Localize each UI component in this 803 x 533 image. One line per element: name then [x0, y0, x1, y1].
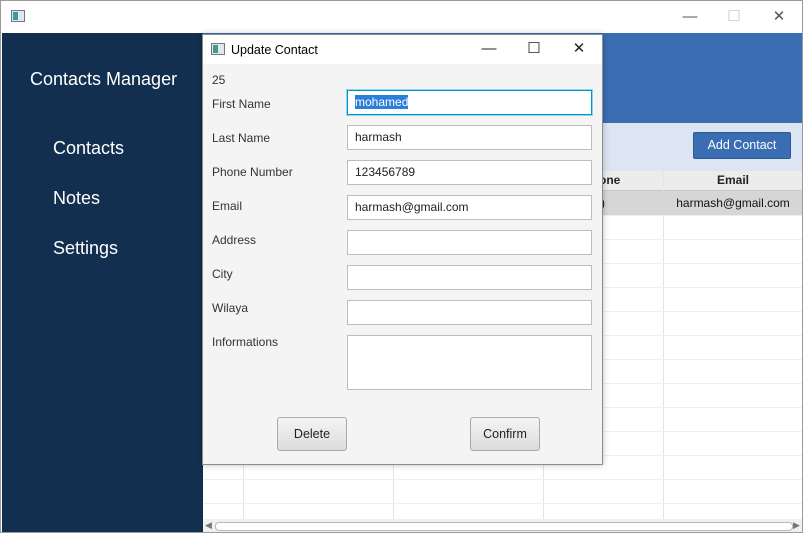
dialog-minimize-button[interactable]: —	[476, 39, 502, 59]
contact-id: 25	[212, 73, 226, 87]
dialog-titlebar[interactable]: Update Contact — ☐ ✕	[203, 35, 602, 64]
wilaya-label: Wilaya	[212, 301, 249, 315]
sidebar: Contacts Manager Contacts Notes Settings	[2, 33, 203, 532]
confirm-button[interactable]: Confirm	[470, 417, 540, 451]
minimize-button[interactable]: —	[675, 7, 705, 27]
delete-button[interactable]: Delete	[277, 417, 347, 451]
first-name-field[interactable]: mohamed	[347, 90, 592, 115]
address-field[interactable]	[347, 230, 592, 255]
maximize-button[interactable]: ☐	[719, 7, 749, 27]
email-cell: harmash@gmail.com	[676, 196, 790, 210]
sidebar-item-settings[interactable]: Settings	[53, 238, 118, 259]
scroll-right-icon[interactable]: ▶	[793, 520, 800, 531]
scrollbar-thumb[interactable]	[215, 522, 793, 531]
city-label: City	[212, 267, 233, 281]
city-field[interactable]	[347, 265, 592, 290]
app-icon	[11, 10, 25, 22]
update-contact-dialog: Update Contact — ☐ ✕ 25 First Name moham…	[202, 34, 603, 465]
email-label: Email	[212, 199, 243, 213]
dialog-maximize-button[interactable]: ☐	[521, 39, 547, 59]
sidebar-item-contacts[interactable]: Contacts	[53, 138, 124, 159]
horizontal-scrollbar[interactable]: ◀ ▶	[203, 519, 802, 532]
add-contact-button[interactable]: Add Contact	[693, 132, 791, 159]
phone-number-label: Phone Number	[212, 165, 293, 179]
sidebar-item-notes[interactable]: Notes	[53, 188, 100, 209]
phone-number-field[interactable]: 123456789	[347, 160, 592, 185]
table-row[interactable]	[203, 479, 802, 504]
informations-textarea[interactable]	[347, 335, 592, 390]
first-name-label: First Name	[212, 97, 271, 111]
dialog-title: Update Contact	[231, 43, 318, 57]
close-button[interactable]: ✕	[764, 7, 794, 27]
wilaya-field[interactable]	[347, 300, 592, 325]
informations-label: Informations	[212, 335, 279, 349]
first-name-value: mohamed	[355, 95, 409, 109]
address-label: Address	[212, 233, 257, 247]
column-header-email[interactable]: Email	[663, 171, 802, 191]
last-name-field[interactable]: harmash	[347, 125, 592, 150]
app-icon	[211, 43, 225, 55]
dialog-close-button[interactable]: ✕	[566, 39, 592, 59]
last-name-label: Last Name	[212, 131, 271, 145]
main-titlebar[interactable]: — ☐ ✕	[1, 1, 802, 32]
scroll-left-icon[interactable]: ◀	[205, 520, 212, 531]
email-field[interactable]: harmash@gmail.com	[347, 195, 592, 220]
app-title: Contacts Manager	[30, 69, 178, 89]
